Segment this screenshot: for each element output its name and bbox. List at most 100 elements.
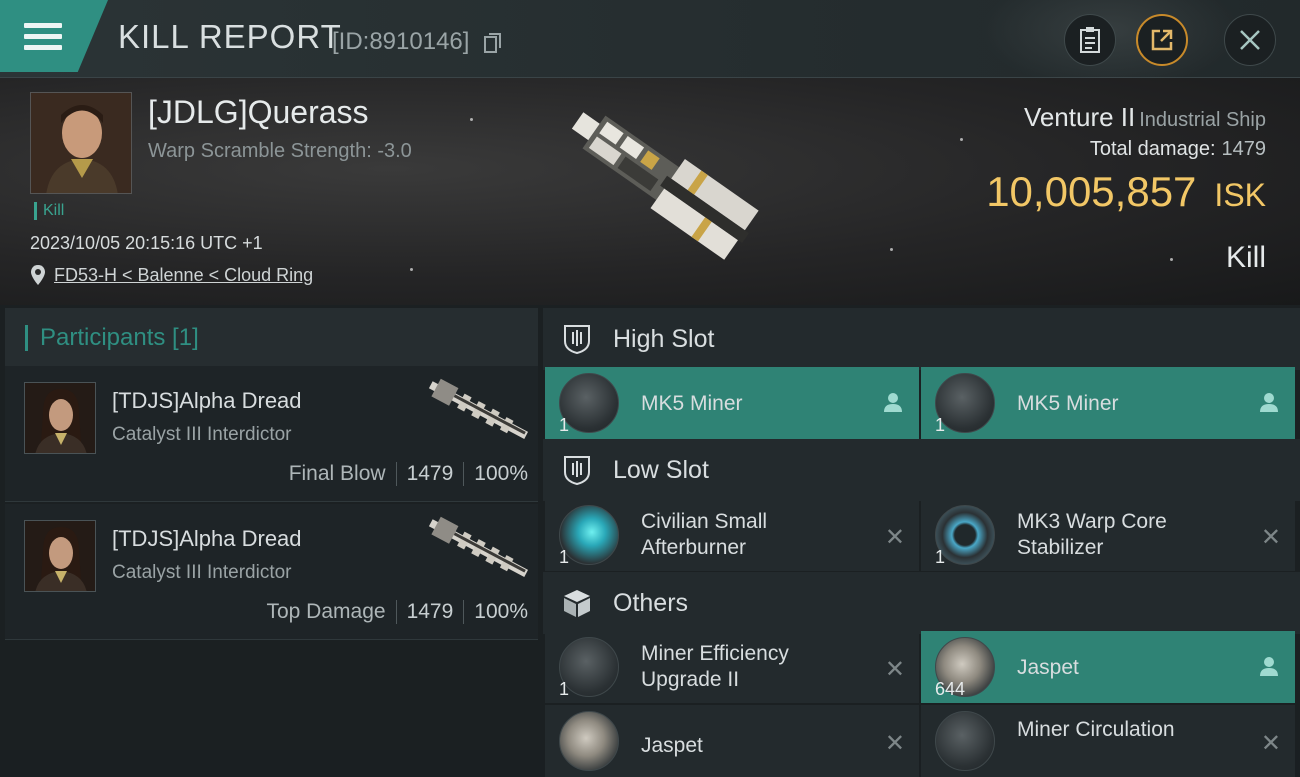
participant-row[interactable]: [TDJS]Alpha Dread Catalyst III Interdict…: [5, 504, 538, 640]
module-item[interactable]: 1 Miner Efficiency Upgrade II ✕: [545, 631, 919, 703]
avatar: [25, 383, 95, 453]
star: [1170, 258, 1173, 261]
participants-title: Participants [1]: [40, 324, 199, 351]
participants-header: Participants [1]: [5, 308, 538, 368]
share-button[interactable]: [1136, 14, 1188, 66]
total-damage: Total damage: 1479: [1090, 138, 1266, 161]
module-item[interactable]: 1 MK5 Miner: [921, 367, 1295, 439]
participant-ship-image: [428, 378, 529, 440]
low-slot-label: Low Slot: [613, 455, 709, 484]
star: [960, 138, 963, 141]
ship-name-text: Venture II: [1023, 102, 1136, 132]
remove-icon: ✕: [884, 730, 905, 757]
module-item[interactable]: Jaspet ✕: [545, 705, 919, 777]
participant-name: [TDJS]Alpha Dread: [112, 388, 302, 413]
clipboard-icon: [1080, 27, 1100, 53]
ship-class: Industrial Ship: [1139, 109, 1266, 131]
item-name: MK5 Miner: [1017, 392, 1119, 415]
report-id: [ID:8910146]: [332, 28, 470, 55]
item-name-line2: Afterburner: [641, 536, 747, 559]
module-item[interactable]: 1 MK3 Warp Core Stabilizer ✕: [921, 499, 1295, 571]
participant-percent: 100%: [474, 600, 528, 623]
module-icon: [559, 711, 619, 771]
close-button[interactable]: [1224, 14, 1276, 66]
victim-portrait[interactable]: [30, 92, 132, 194]
divider: [395, 462, 397, 486]
avatar: [31, 93, 131, 193]
participant-ship: Catalyst III Interdictor: [112, 424, 292, 445]
menu-button[interactable]: [0, 0, 108, 72]
item-name-line2: Stabilizer: [1017, 536, 1104, 559]
remove-icon: ✕: [1260, 524, 1281, 551]
avatar: [25, 521, 95, 591]
remove-icon: ✕: [1260, 730, 1281, 757]
victim-name[interactable]: [JDLG]Querass: [148, 94, 369, 131]
item-quantity: 1: [559, 547, 570, 567]
isk-amount: 10,005,857: [986, 168, 1197, 215]
copy-icon[interactable]: [484, 32, 502, 54]
others-label: Others: [613, 588, 689, 617]
participants-panel: Participants [1] [TDJS]Alpha Dread Catal…: [0, 305, 543, 750]
clipboard-button[interactable]: [1064, 14, 1116, 66]
item-name: MK5 Miner: [641, 392, 743, 415]
item-name-line1: MK3 Warp Core: [1017, 510, 1167, 533]
module-item[interactable]: 1 MK5 Miner: [545, 367, 919, 439]
share-icon: [1151, 29, 1173, 51]
participant-stats: Final Blow 1479 100%: [289, 462, 528, 486]
user-icon: [884, 393, 902, 412]
star: [890, 248, 893, 251]
participant-damage: 1479: [406, 462, 454, 485]
divider: [395, 600, 397, 624]
participant-ship: Catalyst III Interdictor: [112, 562, 292, 583]
location-pin-icon: [31, 265, 45, 285]
warp-scramble-strength: Warp Scramble Strength: -3.0: [148, 140, 412, 162]
item-name-line2: Upgrade II: [641, 668, 740, 691]
low-slot-header: Low Slot: [543, 439, 1300, 501]
participant-role: Top Damage: [266, 600, 386, 623]
fitting-panel: High Slot 1 MK5 Miner 1 MK5 Miner Low Sl…: [543, 305, 1300, 777]
item-quantity: 1: [559, 415, 570, 435]
close-icon: [1240, 30, 1260, 50]
kill-timestamp: 2023/10/05 20:15:16 UTC +1: [30, 233, 263, 253]
user-icon: [1260, 657, 1278, 676]
total-damage-value: 1479: [1221, 138, 1267, 160]
item-name: Civilian Small Afterburner: [641, 509, 767, 561]
module-item[interactable]: Miner Circulation ✕: [921, 705, 1295, 777]
total-damage-label: Total damage:: [1089, 138, 1216, 160]
participant-portrait: [24, 382, 96, 454]
remove-icon: ✕: [884, 524, 905, 551]
kill-tag: Kill: [34, 202, 64, 220]
slot-icon: [564, 325, 590, 355]
participant-damage: 1479: [406, 600, 454, 623]
victim-ship-image[interactable]: [530, 88, 780, 298]
page-title: KILL REPORT: [118, 18, 342, 55]
participant-row[interactable]: [TDJS]Alpha Dread Catalyst III Interdict…: [5, 366, 538, 502]
divider: [463, 600, 465, 624]
isk-value: 10,005,857 ISK: [986, 168, 1266, 216]
item-name: Miner Efficiency Upgrade II: [641, 641, 789, 693]
remove-icon: ✕: [884, 656, 905, 683]
item-name: MK3 Warp Core Stabilizer: [1017, 509, 1167, 561]
isk-unit: ISK: [1214, 177, 1266, 213]
kill-label: Kill: [1225, 241, 1266, 274]
cube-icon: [564, 590, 590, 617]
item-quantity: 1: [559, 679, 570, 699]
participant-ship-image: [428, 516, 529, 578]
item-name: Miner Circulation: [1017, 718, 1175, 741]
high-slot-label: High Slot: [613, 324, 715, 353]
item-quantity: 1: [935, 415, 946, 435]
star: [470, 118, 473, 121]
item-quantity: 644: [935, 679, 966, 699]
location-link[interactable]: FD53-H < Balenne < Cloud Ring: [30, 264, 313, 286]
divider: [463, 462, 465, 486]
item-name-line1: Miner Efficiency: [641, 642, 789, 665]
module-item[interactable]: 644 Jaspet: [921, 631, 1295, 703]
item-name: Jaspet: [1017, 656, 1079, 679]
item-name-line1: Civilian Small: [641, 510, 768, 533]
module-item[interactable]: 1 Civilian Small Afterburner ✕: [545, 499, 919, 571]
header-accent: [25, 325, 28, 351]
menu-icon: [24, 17, 62, 56]
victim-summary: [JDLG]Querass Warp Scramble Strength: -3…: [0, 78, 1300, 305]
slot-icon: [564, 456, 590, 486]
victim-ship-name[interactable]: Venture II Industrial Ship: [1024, 102, 1266, 133]
